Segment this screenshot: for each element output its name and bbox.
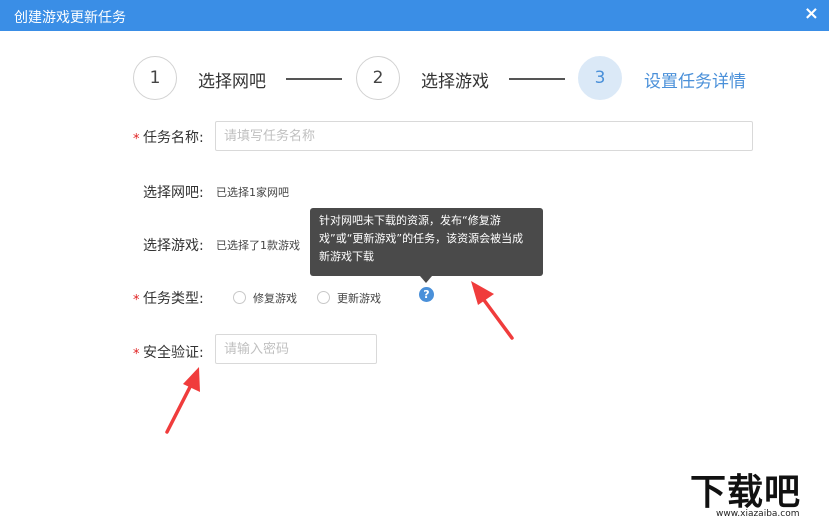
annotation-arrow-help <box>471 281 514 340</box>
annotation-arrow-password <box>165 367 200 434</box>
annotation-arrows <box>165 281 514 434</box>
watermark: 下载吧 www.xiazaiba.com <box>690 463 827 520</box>
watermark-url: www.xiazaiba.com <box>716 509 800 519</box>
watermark-logo: 下载吧 <box>690 472 802 513</box>
